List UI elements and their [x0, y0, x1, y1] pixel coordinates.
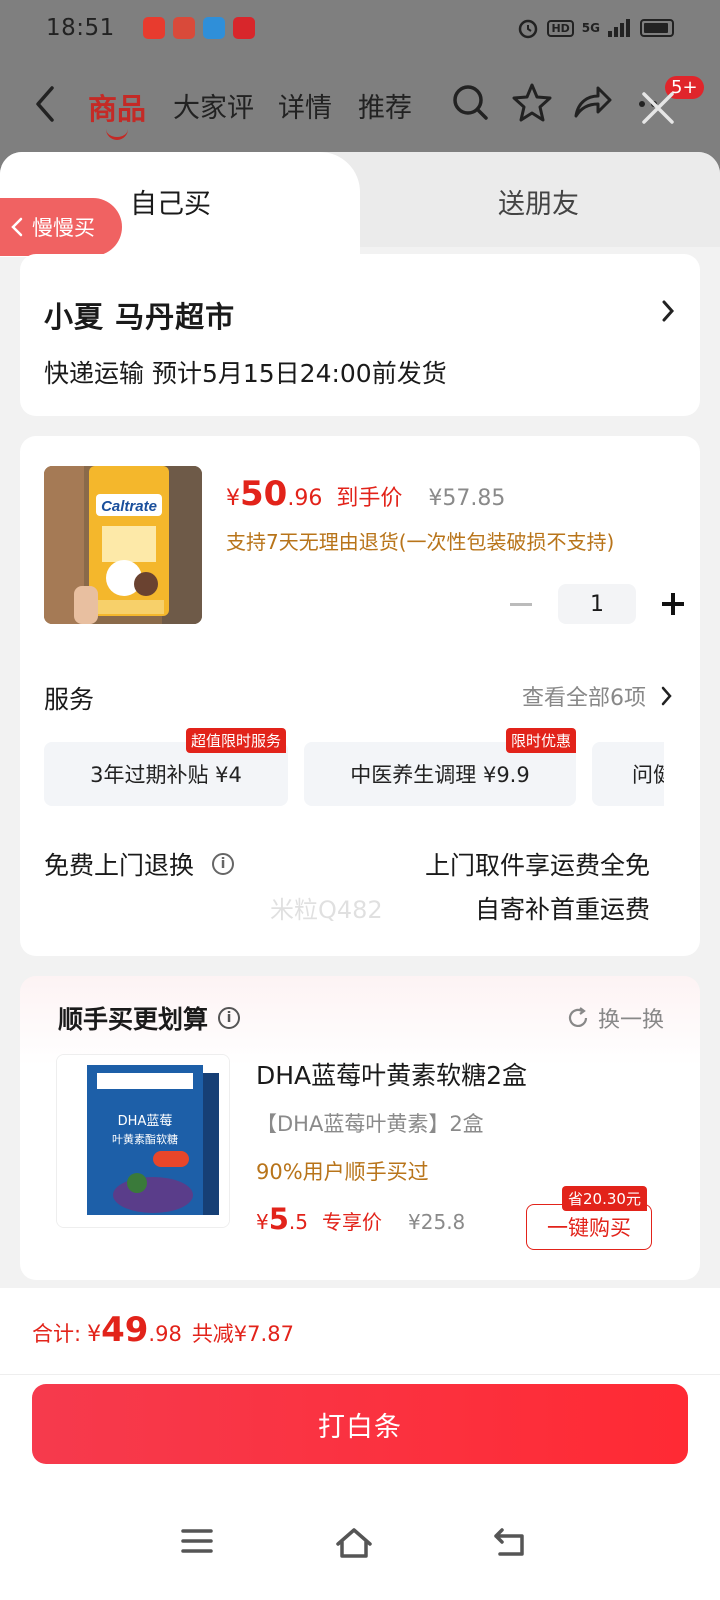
- purchase-sheet: 自己买 送朋友 慢慢买 小夏 马丹超市 快递运输 预计5月15日24:00前发货…: [0, 152, 720, 1600]
- signal-icon: [608, 19, 630, 37]
- status-right: HD 5G: [517, 17, 674, 39]
- swap-label: 换一换: [597, 1008, 664, 1033]
- price-decimal: .96: [287, 486, 323, 511]
- recommendation-card: 顺手买更划算 i 换一换 DHA蓝莓 叶黄素酯软糖 DHA蓝莓叶黄素软糖2盒 【…: [20, 976, 700, 1280]
- price-integer: 50: [240, 474, 288, 514]
- price-tag: 专享价: [322, 1210, 383, 1234]
- recommend-title-label: 顺手买更划算: [58, 1005, 209, 1034]
- services-title: 服务: [44, 685, 95, 714]
- back-icon[interactable]: [30, 84, 62, 124]
- free-return-line2: 自寄补首重运费: [474, 895, 650, 924]
- tab-product[interactable]: 商品: [88, 86, 146, 140]
- quantity-input[interactable]: 1: [558, 584, 636, 624]
- svg-text:Caltrate: Caltrate: [101, 498, 157, 515]
- favorite-star-icon[interactable]: [512, 82, 552, 122]
- pay-baitiao-button[interactable]: 打白条: [32, 1384, 688, 1464]
- total-label: 合计:: [32, 1322, 82, 1346]
- close-icon[interactable]: [640, 90, 676, 126]
- system-nav-bar: [0, 1510, 720, 1590]
- notification-icons: [142, 17, 255, 39]
- quantity-stepper: 1: [510, 584, 684, 624]
- refresh-icon: [568, 1007, 588, 1027]
- app-notification-icon: [172, 17, 195, 39]
- save-badge: 省20.30元: [562, 1186, 647, 1211]
- network-label: 5G: [581, 21, 600, 35]
- services-view-all-label: 查看全部6项: [522, 686, 646, 711]
- watermark: 米粒Q482: [270, 896, 383, 924]
- info-icon[interactable]: i: [218, 1007, 241, 1029]
- address-card[interactable]: 小夏 马丹超市 快递运输 预计5月15日24:00前发货: [20, 254, 700, 416]
- recommend-percent: 90%用户顺手买过: [256, 1160, 429, 1184]
- total-integer: 49: [101, 1310, 149, 1350]
- tab-self-buy-label: 自己买: [130, 189, 211, 220]
- service-chip-label: 中医养生调理 ¥9.9: [350, 763, 530, 787]
- hd-icon: HD: [547, 19, 574, 37]
- total-discount: 共减¥7.87: [191, 1322, 294, 1346]
- battery-icon: [640, 19, 674, 37]
- original-price: ¥25.8: [408, 1210, 466, 1234]
- swap-button[interactable]: 换一换: [566, 1002, 664, 1034]
- tab-recommend[interactable]: 推荐: [358, 86, 412, 125]
- search-icon[interactable]: [450, 82, 490, 122]
- recommend-product-name: DHA蓝莓叶黄素软糖2盒: [256, 1061, 528, 1090]
- chevron-left-icon: [11, 217, 23, 237]
- home-icon[interactable]: [334, 1526, 374, 1560]
- app-notification-icon: [202, 17, 225, 39]
- product-top-nav: 商品 大家评 详情 推荐 5+: [0, 62, 720, 152]
- product-card: Caltrate ¥ 50 .96 到手价 ¥57.85 支持7天无理由退货(一…: [20, 436, 700, 956]
- address-name: 小夏 马丹超市: [44, 300, 236, 334]
- service-chip-more[interactable]: 问健: [592, 742, 664, 806]
- free-return-label: 免费上门退换: [44, 851, 195, 880]
- tab-gift-friend[interactable]: 送朋友: [498, 182, 579, 221]
- service-flag: 超值限时服务: [186, 728, 287, 753]
- status-bar: 18:51 HD 5G: [0, 0, 720, 56]
- quantity-plus-button[interactable]: [662, 593, 684, 615]
- recommend-product-subtitle: 【DHA蓝莓叶黄素】2盒: [256, 1112, 484, 1136]
- service-chip-label: 问健: [632, 763, 664, 787]
- slow-buy-label: 慢慢买: [32, 216, 95, 240]
- original-price: ¥57.85: [428, 486, 506, 511]
- services-view-all[interactable]: 查看全部6项: [522, 680, 672, 712]
- shipping-estimate: 快递运输 预计5月15日24:00前发货: [44, 359, 447, 388]
- price-currency: ¥: [256, 1210, 269, 1234]
- free-return-title: 免费上门退换 i: [44, 846, 235, 882]
- chevron-right-icon: [661, 686, 672, 706]
- alarm-icon: [519, 19, 538, 39]
- product-price: ¥ 50 .96 到手价 ¥57.85: [226, 474, 505, 514]
- back-nav-icon[interactable]: [492, 1526, 528, 1558]
- price-tag: 到手价: [336, 486, 403, 511]
- price-integer: 5: [268, 1202, 289, 1236]
- divider: [0, 1374, 720, 1375]
- total-decimal: .98: [148, 1322, 182, 1346]
- return-policy: 支持7天无理由退货(一次性包装破损不支持): [226, 530, 615, 554]
- product-image[interactable]: Caltrate: [44, 466, 202, 624]
- slow-buy-button[interactable]: 慢慢买: [0, 198, 122, 256]
- app-notification-icon: [142, 17, 165, 39]
- order-total: 合计: ¥ 49 .98 共减¥7.87: [32, 1310, 294, 1350]
- tab-details[interactable]: 详情: [278, 86, 332, 125]
- price-decimal: .5: [288, 1210, 309, 1234]
- checkout-footer: 合计: ¥ 49 .98 共减¥7.87 打白条: [0, 1288, 720, 1600]
- recommend-price: ¥ 5 .5 专享价 ¥25.8: [256, 1202, 465, 1236]
- svg-text:DHA蓝莓: DHA蓝莓: [118, 1114, 173, 1129]
- svg-text:叶黄素酯软糖: 叶黄素酯软糖: [112, 1132, 178, 1146]
- total-currency: ¥: [87, 1322, 102, 1347]
- price-currency: ¥: [226, 486, 240, 511]
- service-flag: 限时优惠: [506, 728, 577, 753]
- tab-reviews[interactable]: 大家评: [173, 86, 254, 125]
- free-return-line1: 上门取件享运费全免: [424, 851, 650, 880]
- recommend-title: 顺手买更划算 i: [58, 1000, 241, 1036]
- service-chip-label: 3年过期补贴 ¥4: [90, 763, 242, 787]
- quantity-minus-button[interactable]: [510, 602, 532, 606]
- chevron-right-icon: [662, 300, 675, 322]
- info-icon[interactable]: i: [212, 853, 235, 875]
- status-time: 18:51: [46, 15, 115, 41]
- app-notification-icon: [232, 17, 255, 39]
- menu-icon[interactable]: [180, 1526, 214, 1556]
- share-icon[interactable]: [572, 82, 612, 122]
- recommend-product-image[interactable]: DHA蓝莓 叶黄素酯软糖: [56, 1054, 230, 1228]
